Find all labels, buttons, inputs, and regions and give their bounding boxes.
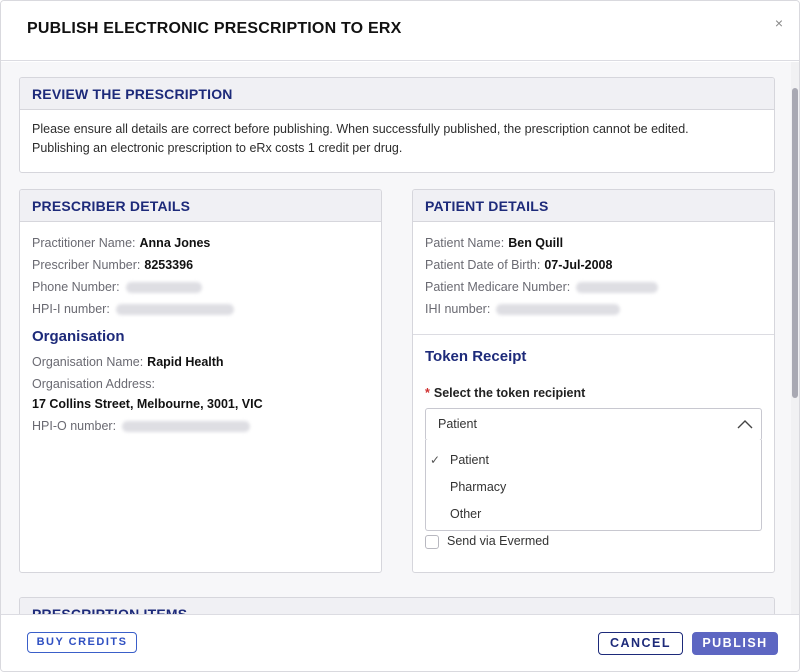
required-marker: * xyxy=(425,386,430,400)
patient-ihi-label: IHI number: xyxy=(425,302,491,316)
hpii-number-label: HPI-I number: xyxy=(32,302,110,316)
patient-ihi-redacted xyxy=(496,304,621,316)
publish-eprescription-modal: PUBLISH ELECTRONIC PRESCRIPTION TO ERX ×… xyxy=(0,0,800,672)
token-divider xyxy=(413,334,774,335)
token-receipt-title: Token Receipt xyxy=(425,348,527,365)
organisation-name-row: Organisation Name: Rapid Health xyxy=(32,351,369,373)
prescriber-fields: Practitioner Name: Anna Jones Prescriber … xyxy=(20,222,381,437)
prescription-items-heading: PRESCRIPTION ITEMS xyxy=(20,598,774,614)
option-other[interactable]: Other xyxy=(426,501,761,528)
review-heading: REVIEW THE PRESCRIPTION xyxy=(20,78,774,110)
review-line-1: Please ensure all details are correct be… xyxy=(32,122,689,136)
practitioner-name-row: Practitioner Name: Anna Jones xyxy=(32,232,369,254)
prescriber-number-label: Prescriber Number: xyxy=(32,258,141,272)
practitioner-name-value: Anna Jones xyxy=(139,236,211,250)
practitioner-name-label: Practitioner Name: xyxy=(32,236,136,250)
hpio-number-redacted xyxy=(122,421,251,433)
prescriber-details-card: PRESCRIBER DETAILS Practitioner Name: Ann… xyxy=(19,189,382,573)
modal-body: REVIEW THE PRESCRIPTION Please ensure al… xyxy=(1,62,799,614)
organisation-title: Organisation xyxy=(32,328,125,345)
prescription-items-card: PRESCRIPTION ITEMS xyxy=(19,597,775,614)
patient-medicare-redacted xyxy=(576,282,659,294)
organisation-address-label: Organisation Address: xyxy=(32,377,155,391)
patient-name-label: Patient Name: xyxy=(425,236,505,250)
close-icon[interactable]: × xyxy=(775,15,783,31)
token-recipient-dropdown: ✓ Patient Pharmacy Other xyxy=(425,440,762,531)
patient-dob-label: Patient Date of Birth: xyxy=(425,258,541,272)
patient-details-card: PATIENT DETAILS Patient Name: Ben Quill P… xyxy=(412,189,775,573)
check-icon: ✓ xyxy=(430,453,441,467)
modal-title: PUBLISH ELECTRONIC PRESCRIPTION TO ERX xyxy=(27,20,402,37)
token-recipient-selected-value: Patient xyxy=(438,417,477,431)
organisation-name-value: Rapid Health xyxy=(147,355,224,369)
option-label: Patient xyxy=(450,453,489,467)
patient-name-row: Patient Name: Ben Quill xyxy=(425,232,762,254)
option-label: Other xyxy=(450,507,482,521)
hpii-number-row: HPI-I number: xyxy=(32,298,369,320)
send-via-evermed-checkbox[interactable] xyxy=(425,534,439,549)
patient-dob-value: 07-Jul-2008 xyxy=(544,258,613,272)
patient-ihi-row: IHI number: xyxy=(425,298,762,320)
option-label: Pharmacy xyxy=(450,480,507,494)
review-line-2: Publishing an electronic prescription to… xyxy=(32,141,403,155)
phone-number-row: Phone Number: xyxy=(32,276,369,298)
option-patient[interactable]: ✓ Patient xyxy=(426,447,761,474)
hpii-number-redacted xyxy=(115,304,234,316)
review-prescription-card: REVIEW THE PRESCRIPTION Please ensure al… xyxy=(19,77,775,173)
token-recipient-label-text: Select the token recipient xyxy=(433,386,586,400)
phone-number-label: Phone Number: xyxy=(32,280,120,294)
patient-name-value: Ben Quill xyxy=(508,236,564,250)
prescriber-heading: PRESCRIBER DETAILS xyxy=(20,190,381,222)
token-recipient-label: * Select the token recipient xyxy=(425,386,585,400)
modal-footer: BUY CREDITS CANCEL PUBLISH xyxy=(1,614,799,671)
prescriber-number-row: Prescriber Number: 8253396 xyxy=(32,254,369,276)
review-message: Please ensure all details are correct be… xyxy=(20,110,774,168)
organisation-name-label: Organisation Name: xyxy=(32,355,144,369)
hpio-number-row: HPI-O number: xyxy=(32,415,369,437)
organisation-address-value: 17 Collins Street, Melbourne, 3001, VIC xyxy=(32,397,263,411)
hpio-number-label: HPI-O number: xyxy=(32,419,117,433)
patient-medicare-row: Patient Medicare Number: xyxy=(425,276,762,298)
patient-dob-row: Patient Date of Birth: 07-Jul-2008 xyxy=(425,254,762,276)
scrollbar[interactable] xyxy=(791,62,799,614)
send-via-evermed-row[interactable]: Send via Evermed xyxy=(425,533,549,549)
patient-medicare-label: Patient Medicare Number: xyxy=(425,280,571,294)
modal-header: PUBLISH ELECTRONIC PRESCRIPTION TO ERX × xyxy=(1,1,799,61)
patient-heading: PATIENT DETAILS xyxy=(413,190,774,222)
prescriber-number-value: 8253396 xyxy=(144,258,194,272)
publish-button[interactable]: PUBLISH xyxy=(692,632,778,655)
send-via-evermed-label: Send via Evermed xyxy=(447,534,550,548)
patient-fields: Patient Name: Ben Quill Patient Date of B… xyxy=(413,222,774,320)
token-recipient-select[interactable]: Patient xyxy=(425,408,762,441)
scrollbar-thumb[interactable] xyxy=(792,88,798,398)
phone-number-redacted xyxy=(125,282,202,294)
chevron-up-icon xyxy=(737,420,753,429)
buy-credits-button[interactable]: BUY CREDITS xyxy=(27,632,137,653)
option-pharmacy[interactable]: Pharmacy xyxy=(426,474,761,501)
cancel-button[interactable]: CANCEL xyxy=(598,632,683,655)
